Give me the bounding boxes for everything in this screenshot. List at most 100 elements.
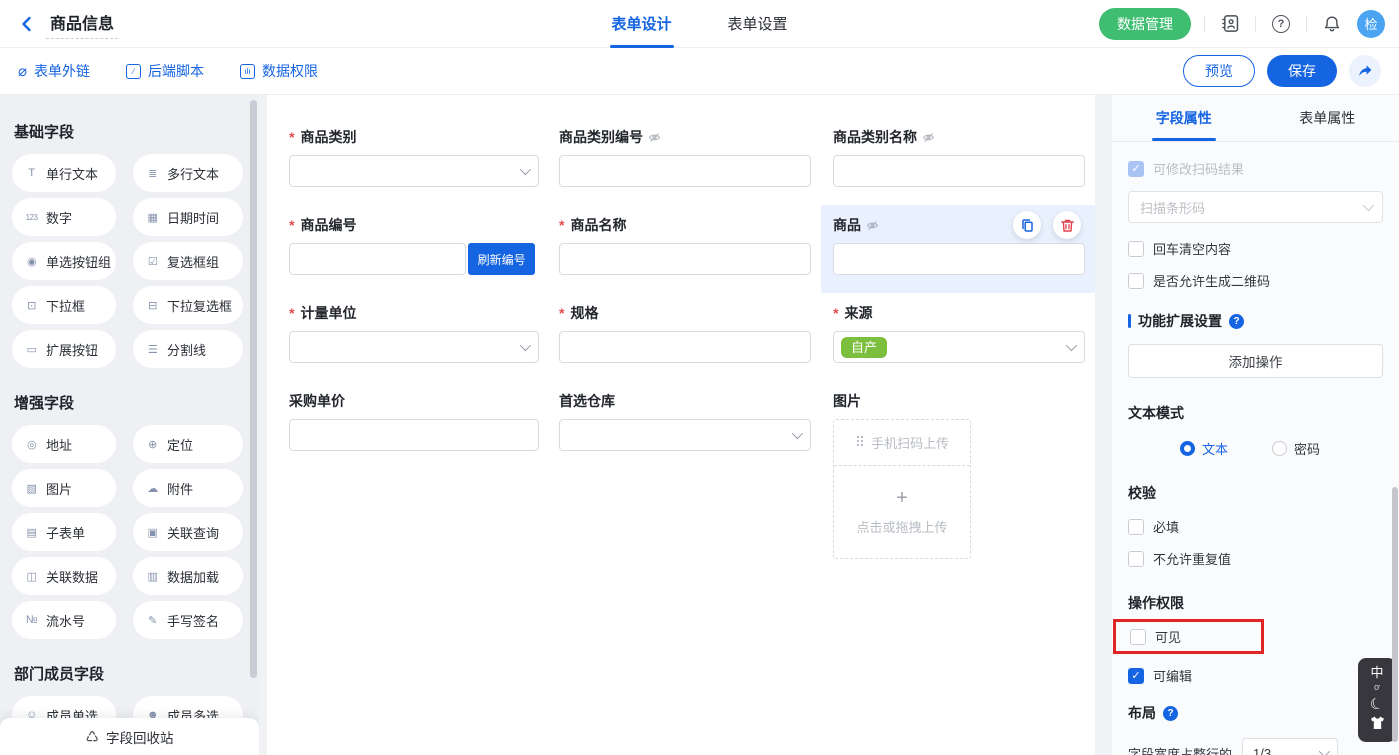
data-manage-button[interactable]: 数据管理	[1099, 8, 1191, 40]
calendar-icon: ▦	[144, 211, 161, 224]
section-accent-bar	[1128, 314, 1131, 328]
field-item-extend-button[interactable]: ▭扩展按钮	[12, 330, 116, 368]
category-code-input[interactable]	[559, 155, 811, 187]
field-item-radio-group[interactable]: ◉单选按钮组	[12, 242, 116, 280]
copy-field-button[interactable]	[1013, 211, 1041, 239]
required-row[interactable]: 必填	[1128, 517, 1383, 536]
contacts-book-icon[interactable]	[1218, 12, 1242, 36]
tab-form-settings[interactable]: 表单设置	[728, 0, 788, 48]
field-item-subform[interactable]: ▤子表单	[12, 513, 116, 551]
tab-field-properties[interactable]: 字段属性	[1112, 95, 1256, 141]
language-toggle[interactable]: 中	[1370, 666, 1383, 679]
field-block-unit[interactable]: *计量单位	[277, 293, 547, 381]
notification-bell-icon[interactable]	[1320, 12, 1344, 36]
field-block-category-name[interactable]: 商品类别名称	[821, 117, 1095, 205]
sidebar-scrollbar[interactable]	[250, 100, 257, 678]
field-width-select[interactable]: 1/3	[1242, 738, 1338, 755]
field-item-related-query[interactable]: ▣关联查询	[133, 513, 243, 551]
clear-on-enter-checkbox[interactable]	[1128, 241, 1144, 257]
field-block-category-code[interactable]: 商品类别编号	[547, 117, 821, 205]
scan-mode-select[interactable]: 扫描条形码	[1128, 191, 1383, 223]
data-permission-link[interactable]: ılı 数据权限	[240, 61, 318, 81]
page-title[interactable]: 商品信息	[46, 8, 118, 39]
refresh-code-button[interactable]: 刷新编号	[468, 243, 535, 275]
product-code-input[interactable]	[289, 243, 466, 275]
backend-script-link[interactable]: ∕ 后端脚本	[126, 61, 204, 81]
eye-off-icon	[922, 131, 935, 144]
field-recycle-bin[interactable]: ♺ 字段回收站	[0, 718, 259, 755]
allow-qrcode-row[interactable]: 是否允许生成二维码	[1128, 271, 1383, 290]
field-block-purchase-price[interactable]: 采购单价	[277, 381, 547, 577]
field-item-divider-line[interactable]: ☰分割线	[133, 330, 243, 368]
warehouse-select[interactable]	[559, 419, 811, 451]
product-input[interactable]	[833, 243, 1085, 275]
theme-shirt-icon[interactable]	[1370, 716, 1385, 734]
radio-password-mode[interactable]: 密码	[1272, 439, 1320, 458]
radio-text-mode[interactable]: 文本	[1180, 439, 1228, 458]
target-icon: ⊕	[144, 438, 161, 451]
source-select[interactable]: 自产	[833, 331, 1085, 363]
help-icon[interactable]: ?	[1269, 12, 1293, 36]
field-item-location[interactable]: ⊕定位	[133, 425, 243, 463]
field-block-product-selected[interactable]: 商品	[821, 205, 1095, 293]
form-external-link[interactable]: ⌀ 表单外链	[18, 61, 90, 81]
field-item-multi-dropdown[interactable]: ⊟下拉复选框	[133, 286, 243, 324]
editable-checkbox[interactable]	[1128, 668, 1144, 684]
visible-row[interactable]: 可见	[1130, 627, 1261, 646]
field-item-related-data[interactable]: ◫关联数据	[12, 557, 116, 595]
tab-form-design[interactable]: 表单设计	[611, 0, 671, 48]
purchase-price-input[interactable]	[289, 419, 539, 451]
field-item-multi-text[interactable]: ≣多行文本	[133, 154, 243, 192]
field-block-product-name[interactable]: *商品名称	[547, 205, 821, 293]
visible-checkbox[interactable]	[1130, 629, 1146, 645]
field-block-warehouse[interactable]: 首选仓库	[547, 381, 821, 577]
field-block-product-category[interactable]: *商品类别	[277, 117, 547, 205]
allow-qrcode-checkbox[interactable]	[1128, 273, 1144, 289]
user-avatar[interactable]: 检	[1357, 10, 1385, 38]
field-item-attachment[interactable]: ☁附件	[133, 469, 243, 507]
required-checkbox[interactable]	[1128, 519, 1144, 535]
radio-icon: ◉	[23, 255, 40, 268]
scan-upload-area[interactable]: ⠿ 手机扫码上传	[834, 420, 970, 466]
dark-mode-moon-icon[interactable]: ☾	[1368, 695, 1386, 714]
help-icon[interactable]: ?	[1163, 706, 1178, 721]
field-item-checkbox-group[interactable]: ☑复选框组	[133, 242, 243, 280]
share-button[interactable]	[1349, 55, 1381, 87]
page-scrollbar[interactable]	[1392, 487, 1398, 742]
field-item-address[interactable]: ◎地址	[12, 425, 116, 463]
field-item-dropdown[interactable]: ⊡下拉框	[12, 286, 116, 324]
help-icon[interactable]: ?	[1229, 314, 1244, 329]
category-name-input[interactable]	[833, 155, 1085, 187]
mini-toggle-icon[interactable]: ơ	[1374, 683, 1380, 692]
back-icon[interactable]	[18, 15, 36, 33]
field-block-source[interactable]: *来源 自产	[821, 293, 1095, 381]
product-category-select[interactable]	[289, 155, 539, 187]
field-block-image-upload[interactable]: 图片 ⠿ 手机扫码上传 + 点击或拖拽上传	[821, 381, 1095, 577]
save-button[interactable]: 保存	[1267, 55, 1337, 87]
add-action-button[interactable]: 添加操作	[1128, 344, 1383, 378]
editable-row[interactable]: 可编辑	[1128, 666, 1383, 685]
share-arrow-icon	[1357, 63, 1373, 79]
delete-field-button[interactable]	[1053, 211, 1081, 239]
field-item-data-load[interactable]: ▥数据加载	[133, 557, 243, 595]
field-block-product-code[interactable]: *商品编号 刷新编号	[277, 205, 547, 293]
pen-icon: ✎	[144, 614, 161, 627]
field-item-serial-number[interactable]: №流水号	[12, 601, 116, 639]
no-duplicate-checkbox[interactable]	[1128, 551, 1144, 567]
product-name-input[interactable]	[559, 243, 811, 275]
spec-input[interactable]	[559, 331, 811, 363]
clear-on-enter-row[interactable]: 回车清空内容	[1128, 239, 1383, 258]
radio-unselected-icon	[1272, 441, 1287, 456]
field-item-single-text[interactable]: T单行文本	[12, 154, 116, 192]
no-duplicate-row[interactable]: 不允许重复值	[1128, 549, 1383, 568]
preview-button[interactable]: 预览	[1183, 55, 1255, 87]
field-item-image[interactable]: ▧图片	[12, 469, 116, 507]
field-item-number[interactable]: 123数字	[12, 198, 116, 236]
field-item-datetime[interactable]: ▦日期时间	[133, 198, 243, 236]
unit-select[interactable]	[289, 331, 539, 363]
tab-form-properties[interactable]: 表单属性	[1256, 95, 1399, 141]
drag-upload-area[interactable]: + 点击或拖拽上传	[834, 466, 970, 558]
field-block-spec[interactable]: *规格	[547, 293, 821, 381]
field-item-signature[interactable]: ✎手写签名	[133, 601, 243, 639]
scan-result-editable-row[interactable]: 可修改扫码结果	[1128, 159, 1383, 178]
